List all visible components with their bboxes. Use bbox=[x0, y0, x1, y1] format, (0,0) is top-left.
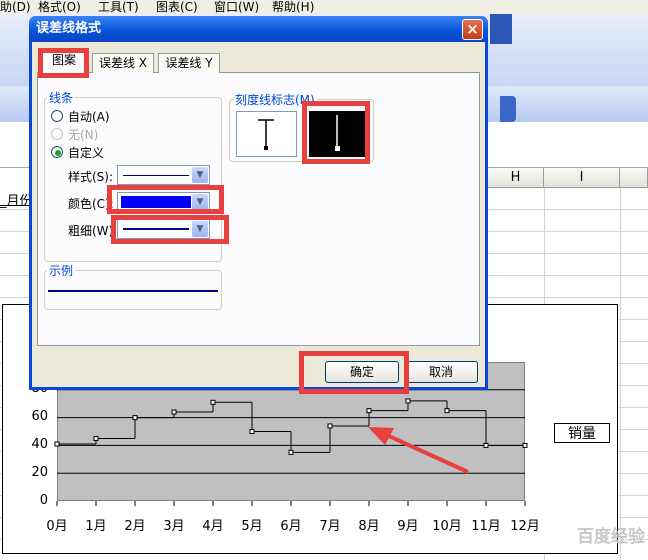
marker-option-cap[interactable] bbox=[236, 111, 297, 157]
cancel-button[interactable]: 取消 bbox=[404, 361, 478, 383]
x-tick-label: 0月 bbox=[46, 519, 68, 534]
chart-legend[interactable]: 销量 bbox=[554, 423, 610, 443]
data-point[interactable] bbox=[522, 442, 528, 448]
x-tick-label: 4月 bbox=[202, 519, 224, 534]
data-point[interactable] bbox=[171, 409, 177, 415]
sample-group-title: 示例 bbox=[47, 262, 76, 279]
x-tick-label: 7月 bbox=[319, 519, 341, 534]
style-select[interactable]: ▼ bbox=[117, 165, 210, 185]
weight-label: 粗细(W): bbox=[68, 224, 118, 238]
data-point[interactable] bbox=[405, 398, 411, 404]
style-label: 样式(S): bbox=[68, 170, 114, 184]
data-point[interactable] bbox=[249, 429, 255, 434]
y-tick-label: 40 bbox=[31, 437, 48, 452]
x-tick-label: 8月 bbox=[358, 519, 380, 534]
y-tick-label: 0 bbox=[39, 493, 48, 508]
radio-auto-label[interactable]: 自动(A) bbox=[68, 108, 110, 125]
data-point[interactable] bbox=[210, 399, 216, 405]
y-tick-label: 60 bbox=[31, 409, 48, 424]
highlight-box bbox=[107, 185, 224, 214]
radio-none-label[interactable]: 无(N) bbox=[68, 126, 98, 143]
sample-line bbox=[48, 290, 218, 292]
x-tick-label: 12月 bbox=[510, 519, 540, 534]
radio-custom[interactable] bbox=[51, 146, 63, 158]
data-point[interactable] bbox=[288, 449, 294, 455]
x-tick-label: 9月 bbox=[397, 519, 419, 534]
y-tick-label: 20 bbox=[31, 465, 48, 480]
data-point[interactable] bbox=[444, 408, 450, 414]
red-arrow-icon bbox=[368, 427, 469, 474]
line-style-sample bbox=[123, 175, 189, 176]
highlight-box bbox=[299, 351, 409, 394]
watermark: 百度经验 bbox=[577, 527, 645, 547]
highlight-box bbox=[111, 215, 229, 244]
x-tick-label: 3月 bbox=[163, 519, 185, 534]
x-tick-label: 11月 bbox=[471, 519, 501, 534]
x-tick-label: 1月 bbox=[85, 519, 107, 534]
data-point[interactable] bbox=[93, 435, 99, 441]
close-icon[interactable]: × bbox=[462, 19, 483, 40]
radio-custom-label[interactable]: 自定义 bbox=[68, 144, 104, 161]
data-point[interactable] bbox=[54, 441, 60, 447]
highlight-box bbox=[302, 101, 370, 164]
radio-auto[interactable] bbox=[51, 110, 63, 122]
data-point[interactable] bbox=[483, 442, 489, 448]
x-tick-label: 2月 bbox=[124, 519, 146, 534]
data-point[interactable] bbox=[366, 408, 372, 414]
x-tick-label: 10月 bbox=[432, 519, 462, 534]
data-point[interactable] bbox=[327, 423, 333, 429]
radio-none[interactable] bbox=[51, 128, 63, 140]
x-tick-label: 6月 bbox=[280, 519, 302, 534]
tab-error-bar-x[interactable]: 误差线 X bbox=[92, 53, 154, 73]
highlight-box bbox=[38, 48, 89, 78]
line-group-title: 线条 bbox=[47, 89, 76, 106]
tab-error-bar-y[interactable]: 误差线 Y bbox=[158, 53, 220, 73]
t-cap-icon bbox=[258, 119, 274, 150]
dialog-title[interactable]: 误差线格式 bbox=[29, 16, 488, 42]
x-tick-label: 5月 bbox=[241, 519, 263, 534]
data-point[interactable] bbox=[132, 415, 138, 421]
chevron-down-icon[interactable]: ▼ bbox=[192, 167, 208, 183]
